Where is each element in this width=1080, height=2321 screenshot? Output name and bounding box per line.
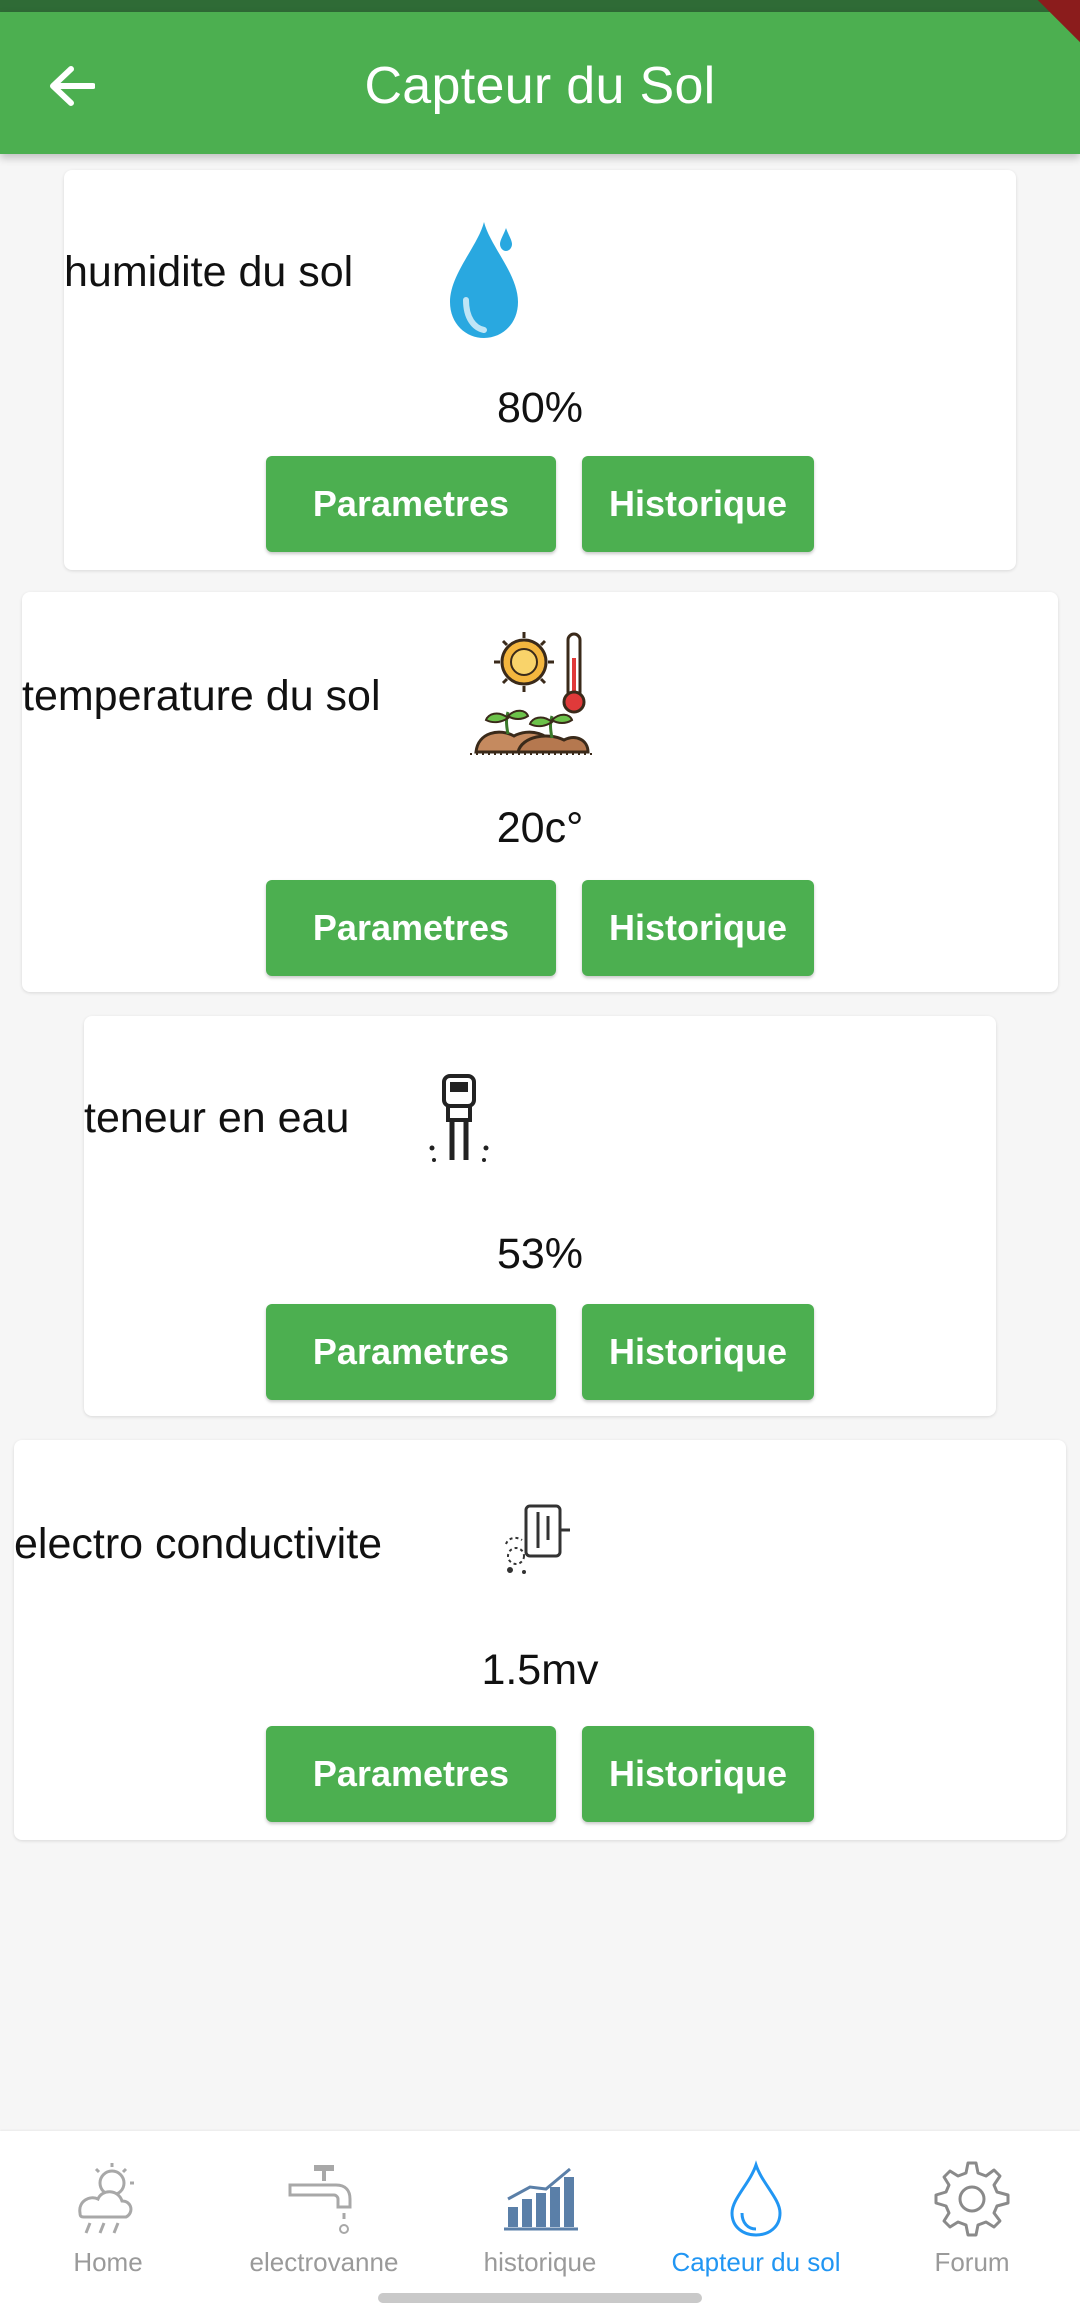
historique-button[interactable]: Historique	[582, 1304, 814, 1400]
card-humidite: humidite du sol 80% Parametres Historiqu…	[64, 170, 1016, 570]
conductivity-meter-icon	[502, 1500, 574, 1585]
status-bar	[0, 0, 1080, 12]
historique-button[interactable]: Historique	[582, 880, 814, 976]
card-title: humidite du sol	[64, 248, 354, 296]
bar-chart-icon	[500, 2159, 580, 2244]
weather-icon	[68, 2159, 148, 2244]
historique-button[interactable]: Historique	[582, 1726, 814, 1822]
gear-icon	[932, 2159, 1012, 2244]
parametres-button[interactable]: Parametres	[266, 456, 556, 552]
parametres-button[interactable]: Parametres	[266, 880, 556, 976]
nav-label: historique	[483, 2247, 597, 2277]
nav-item-forum[interactable]: Forum	[864, 2151, 1080, 2301]
nav-label: Capteur du sol	[671, 2247, 841, 2277]
home-indicator	[378, 2293, 702, 2303]
faucet-icon	[284, 2159, 364, 2244]
nav-item-home[interactable]: Home	[0, 2151, 216, 2301]
card-value: 53%	[496, 1230, 584, 1278]
nav-item-capteur-du-sol[interactable]: Capteur du sol	[648, 2151, 864, 2301]
card-temperature: temperature du sol 20c° Parametres Histo…	[22, 592, 1058, 992]
nav-label: Home	[73, 2247, 143, 2277]
card-value: 80%	[496, 384, 584, 432]
card-title: temperature du sol	[22, 672, 381, 720]
nav-item-electrovanne[interactable]: electrovanne	[216, 2151, 432, 2301]
parametres-button[interactable]: Parametres	[266, 1726, 556, 1822]
water-drop-outline-icon	[716, 2159, 796, 2244]
card-teneur-eau: teneur en eau 53% Parametres Historique	[84, 1016, 996, 1416]
card-value: 1.5mv	[481, 1646, 599, 1694]
page-title: Capteur du Sol	[364, 57, 716, 115]
card-title: electro conductivite	[14, 1520, 383, 1568]
water-drop-icon	[444, 218, 524, 347]
nav-label: Forum	[934, 2247, 1010, 2277]
card-title: teneur en eau	[84, 1094, 350, 1142]
card-electro-conductivite: electro conductivite 1.5mv Parametres Hi…	[14, 1440, 1066, 1840]
soil-temperature-icon	[468, 628, 598, 763]
parametres-button[interactable]: Parametres	[266, 1304, 556, 1400]
card-value: 20c°	[496, 804, 584, 852]
nav-label: electrovanne	[249, 2247, 399, 2277]
historique-button[interactable]: Historique	[582, 456, 814, 552]
app-bar: Capteur du Sol	[0, 12, 1080, 154]
nav-item-historique[interactable]: historique	[432, 2151, 648, 2301]
moisture-probe-icon	[426, 1072, 492, 1173]
